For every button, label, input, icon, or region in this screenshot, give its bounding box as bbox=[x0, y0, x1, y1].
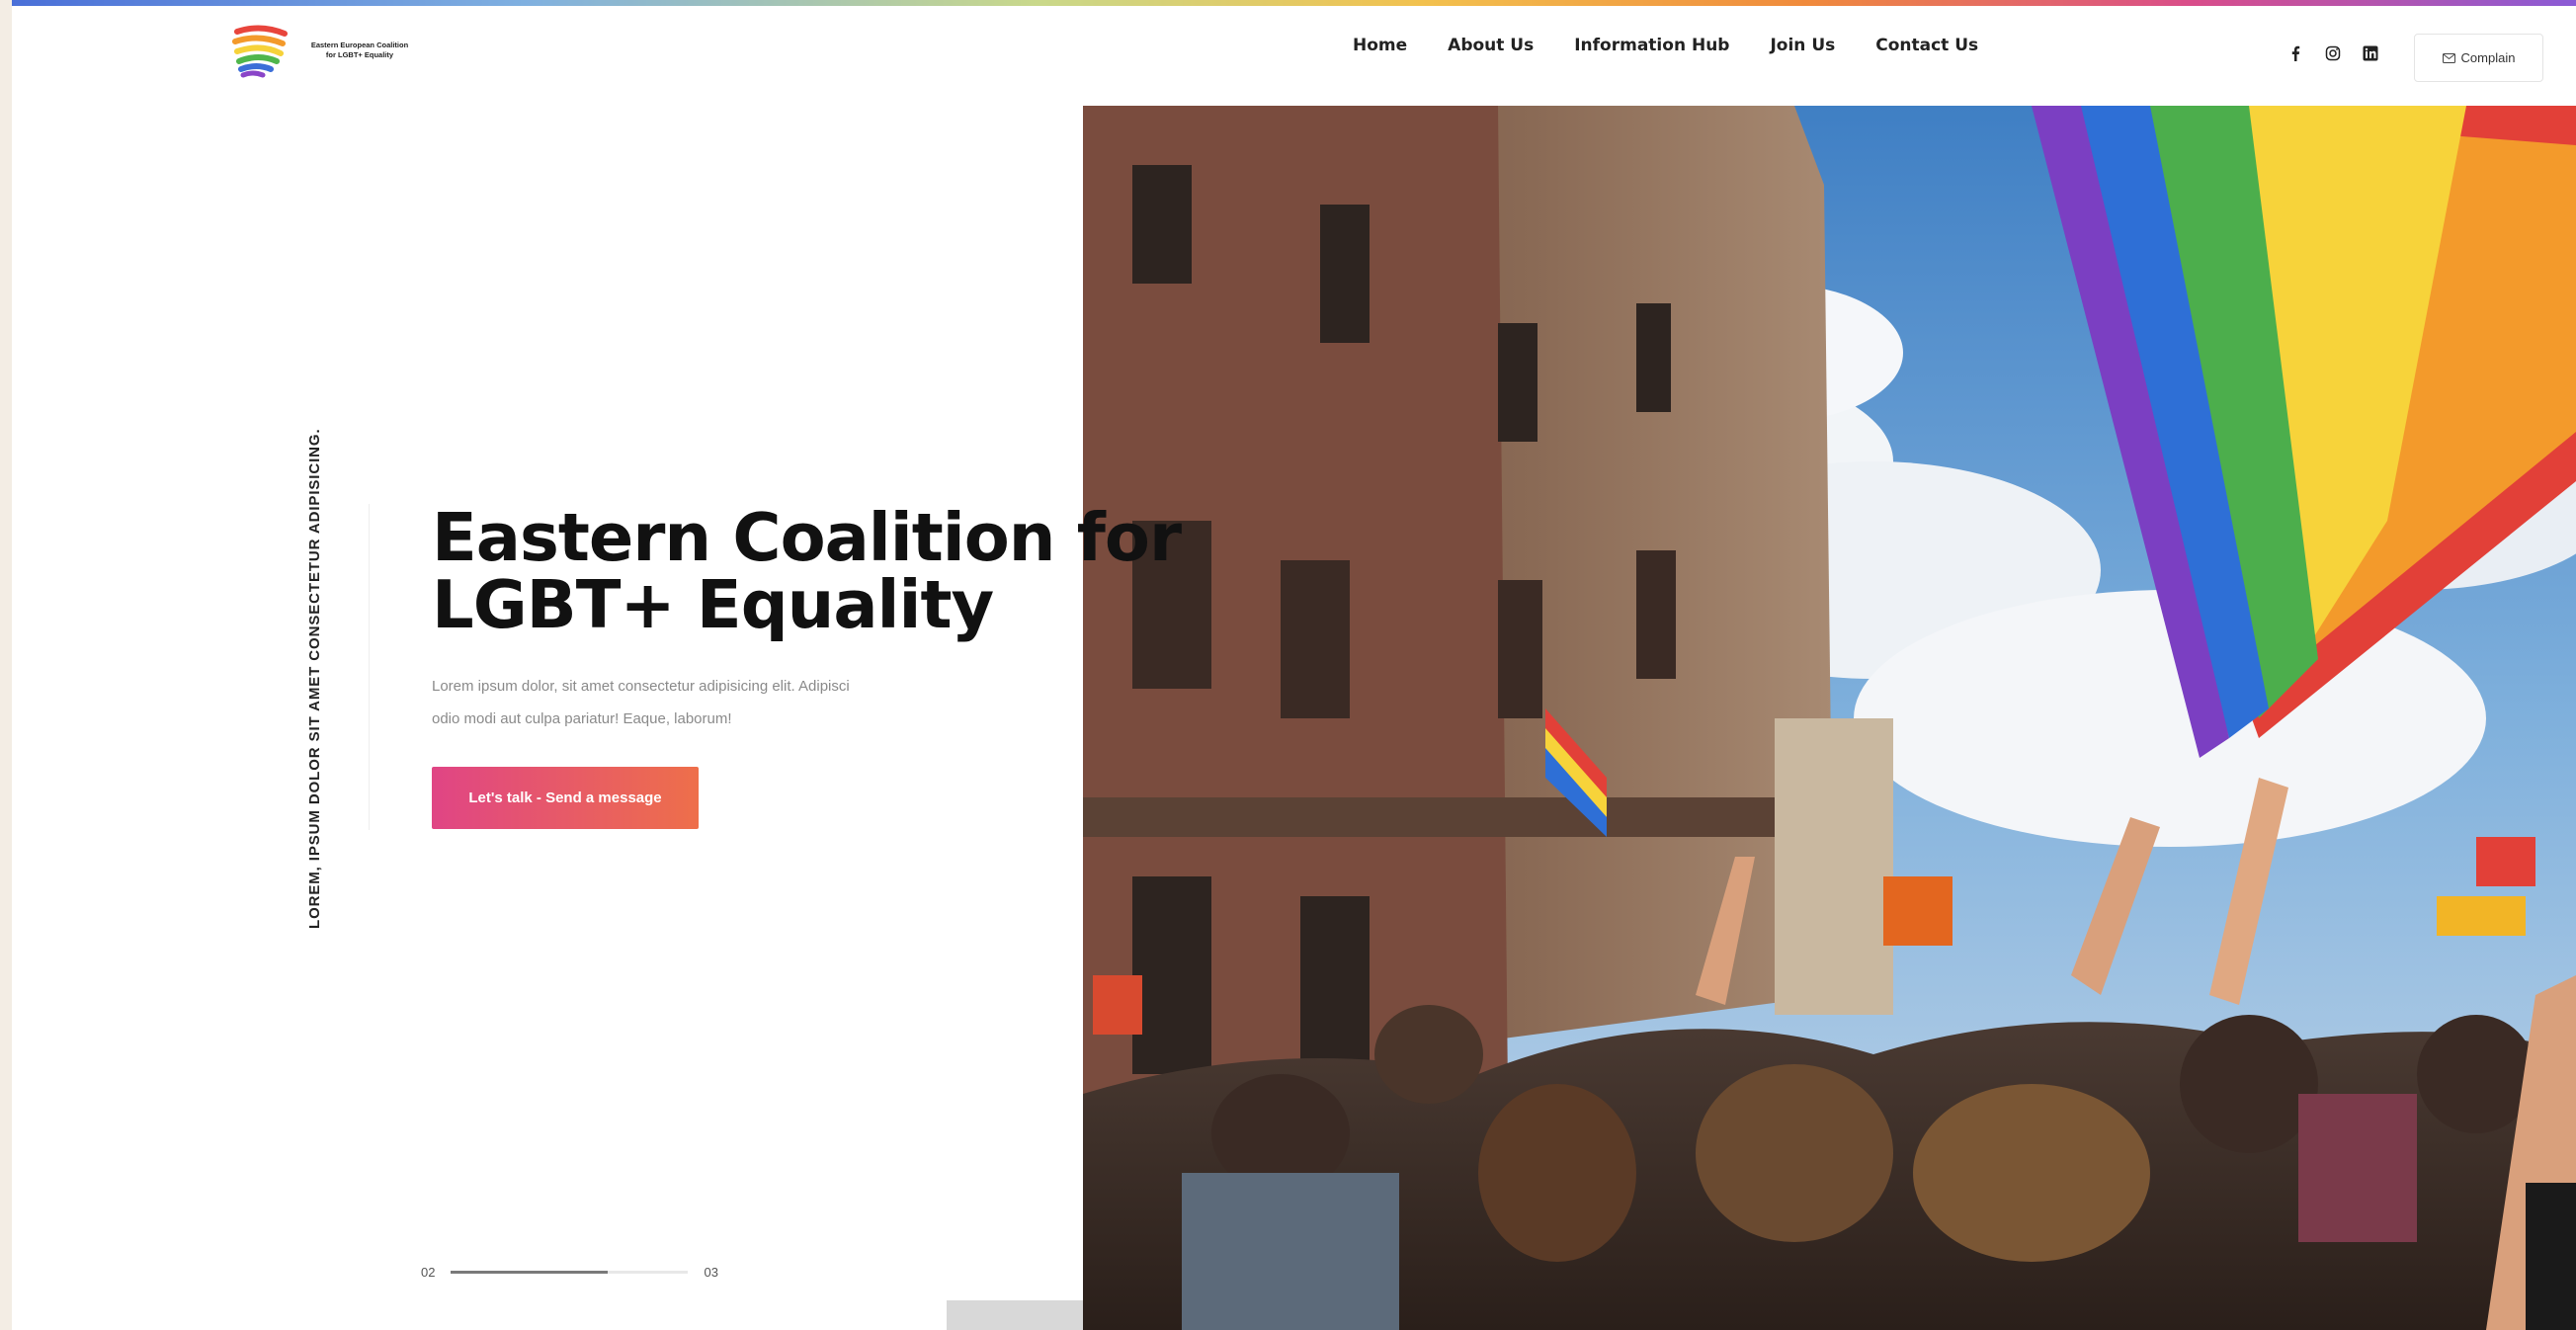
hero-divider bbox=[369, 504, 370, 830]
linkedin-icon[interactable] bbox=[2363, 45, 2378, 61]
page: Eastern European Coalition for LGBT+ Equ… bbox=[12, 0, 2576, 1330]
logo-line-1: Eastern European Coalition bbox=[310, 41, 409, 49]
social-links bbox=[2287, 45, 2378, 61]
slider-current: 02 bbox=[421, 1265, 436, 1280]
logo-line-2: for LGBT+ Equality bbox=[325, 50, 394, 59]
site-logo[interactable]: Eastern European Coalition for LGBT+ Equ… bbox=[231, 22, 419, 79]
vertical-tagline: LOREM, IPSUM DOLOR SIT AMET CONSECTETUR … bbox=[306, 428, 323, 929]
hero-title-line-1: Eastern Coalition for bbox=[432, 499, 1182, 576]
complain-label: Complain bbox=[2460, 50, 2516, 65]
hero-desc-line-2: odio modi aut culpa pariatur! Eaque, lab… bbox=[432, 710, 732, 727]
slider-track[interactable] bbox=[451, 1271, 689, 1274]
nav-about-us[interactable]: About Us bbox=[1448, 36, 1534, 55]
site-header: Eastern European Coalition for LGBT+ Equ… bbox=[12, 6, 2576, 101]
hero-image bbox=[1083, 106, 2576, 1330]
main-nav: Home About Us Information Hub Join Us Co… bbox=[1353, 36, 2019, 55]
slider-progress bbox=[451, 1271, 608, 1274]
complain-button[interactable]: Complain bbox=[2414, 34, 2543, 82]
rainbow-logo-icon bbox=[231, 22, 291, 79]
instagram-icon[interactable] bbox=[2325, 45, 2341, 61]
hero-title-line-2: LGBT+ Equality bbox=[432, 566, 994, 643]
nav-home[interactable]: Home bbox=[1353, 36, 1407, 55]
hero-description: Lorem ipsum dolor, sit amet consectetur … bbox=[432, 670, 946, 735]
mail-icon bbox=[2442, 52, 2455, 63]
send-message-button[interactable]: Let's talk - Send a message bbox=[432, 767, 699, 829]
nav-information-hub[interactable]: Information Hub bbox=[1574, 36, 1729, 55]
nav-join-us[interactable]: Join Us bbox=[1770, 36, 1835, 55]
slider-pagination: 02 03 bbox=[421, 1265, 718, 1280]
logo-text: Eastern European Coalition for LGBT+ Equ… bbox=[300, 41, 419, 60]
slider-total: 03 bbox=[704, 1265, 718, 1280]
nav-contact-us[interactable]: Contact Us bbox=[1875, 36, 1978, 55]
next-slide-peek bbox=[947, 1300, 1095, 1330]
hero-desc-line-1: Lorem ipsum dolor, sit amet consectetur … bbox=[432, 678, 850, 695]
hero-title: Eastern Coalition for LGBT+ Equality bbox=[432, 504, 1618, 638]
facebook-icon[interactable] bbox=[2287, 45, 2303, 61]
